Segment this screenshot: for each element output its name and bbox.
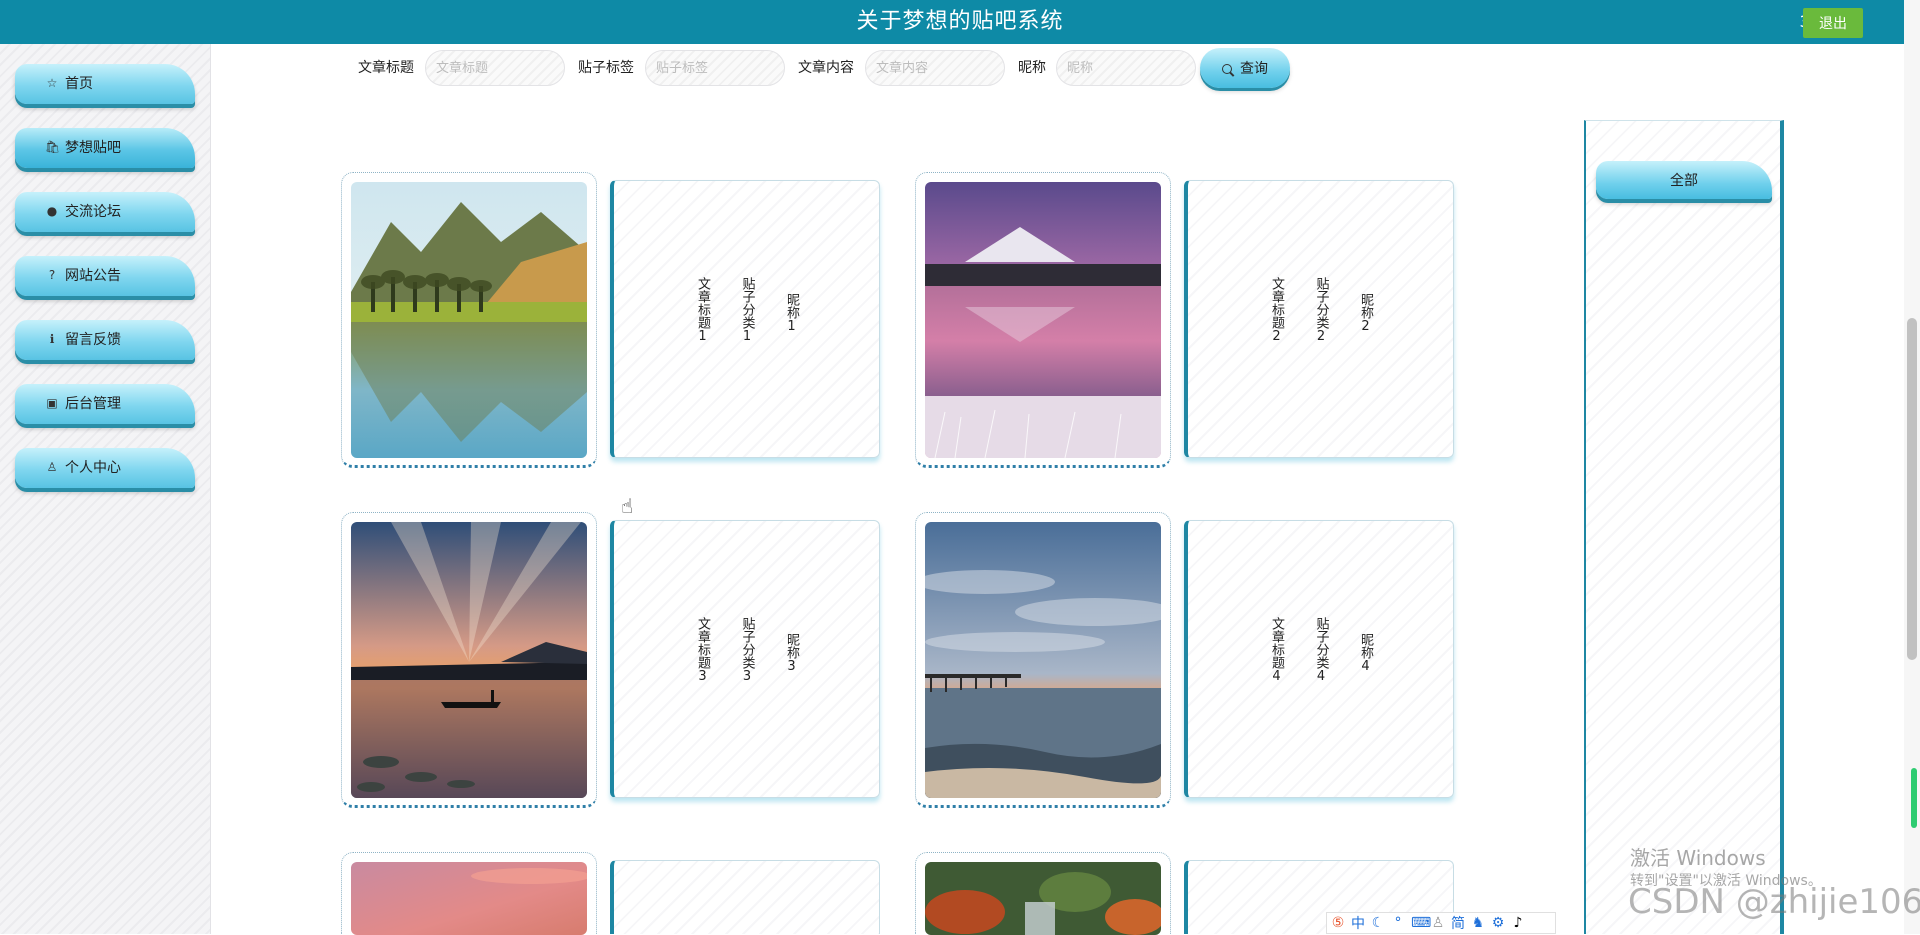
page-title: 关于梦想的贴吧系统 [856, 9, 1064, 34]
sidebar-item-label: 首页 [65, 76, 93, 92]
info-circle-icon: ℹ [49, 332, 55, 346]
post-nickname: 昵称3 [783, 633, 799, 674]
post-photo-pink-sky [351, 862, 587, 935]
post-photo-sunset-boat [351, 522, 587, 798]
sidebar: ☆ 首页 🛍 梦想贴吧 ● 交流论坛 ? 网站公告 ℹ 留言反馈 ▣ 后台管理 … [0, 44, 211, 934]
post-title: 文章标题3 [695, 617, 711, 684]
sidebar-item-label: 后台管理 [65, 396, 121, 412]
post-photo-pier-sunset [925, 522, 1161, 798]
search-nick-label: 昵称 [1018, 60, 1046, 76]
star-icon: ☆ [46, 76, 58, 90]
alert-circle-icon: ● [46, 204, 58, 218]
top-header: 关于梦想的贴吧系统 333 退出 [0, 0, 1920, 44]
post-info-card[interactable]: 文章标题1 贴子分类1 昵称1 [610, 180, 880, 458]
post-image-card[interactable] [915, 172, 1171, 468]
post-category: 贴子分类3 [739, 617, 755, 684]
post-info-card[interactable] [610, 860, 880, 934]
category-all-button[interactable]: 全部 [1596, 161, 1772, 199]
search-tag-input[interactable] [645, 50, 785, 86]
moon-icon[interactable]: ☾ [1371, 915, 1385, 931]
post-info-card[interactable]: 文章标题3 贴子分类3 昵称3 [610, 520, 880, 798]
post-nickname: 昵称4 [1357, 633, 1373, 674]
sidebar-item-admin[interactable]: ▣ 后台管理 [15, 384, 195, 424]
sidebar-item-discussion[interactable]: ● 交流论坛 [15, 192, 195, 232]
post-category: 贴子分类4 [1313, 617, 1329, 684]
user-icon: ♙ [46, 460, 58, 474]
sidebar-item-dream-forum[interactable]: 🛍 梦想贴吧 [15, 128, 195, 168]
search-tag-label: 贴子标签 [578, 60, 634, 76]
post-nickname: 昵称2 [1357, 293, 1373, 334]
post-title: 文章标题1 [695, 277, 711, 344]
post-image-card[interactable] [915, 852, 1171, 935]
search-content-input[interactable] [865, 50, 1005, 86]
post-photo-snow-mountain [925, 182, 1161, 458]
post-nickname: 昵称1 [783, 293, 799, 334]
post-image-card[interactable] [341, 172, 597, 468]
search-button[interactable]: 查询 [1200, 48, 1290, 88]
sidebar-item-home[interactable]: ☆ 首页 [15, 64, 195, 104]
csdn-watermark: CSDN @zhijie106 [1628, 882, 1920, 922]
question-circle-icon: ? [48, 268, 56, 282]
category-panel: 全部 [1584, 120, 1784, 934]
ime-simplified-label[interactable]: 简 [1451, 913, 1465, 933]
sidebar-item-label: 交流论坛 [65, 204, 121, 220]
sidebar-item-profile[interactable]: ♙ 个人中心 [15, 448, 195, 488]
post-image-card[interactable] [915, 512, 1171, 808]
hand-cursor-icon: ☝ [621, 494, 634, 518]
bag-icon: 🛍 [45, 140, 61, 154]
sidebar-item-label: 个人中心 [65, 460, 121, 476]
user-icon[interactable]: ♙ [1431, 915, 1445, 931]
windows-activation-title: 激活 Windows [1630, 846, 1766, 870]
post-title: 文章标题4 [1269, 617, 1285, 684]
sidebar-item-label: 网站公告 [65, 268, 121, 284]
search-button-label: 查询 [1240, 61, 1268, 77]
scroll-indicator [1911, 768, 1917, 828]
post-category: 贴子分类1 [739, 277, 755, 344]
sidebar-item-label: 留言反馈 [65, 332, 121, 348]
post-info-card[interactable]: 文章标题4 贴子分类4 昵称4 [1184, 520, 1454, 798]
ime-logo-icon[interactable]: ⑤ [1331, 915, 1345, 931]
briefcase-icon: ▣ [46, 396, 58, 410]
skin-icon[interactable]: ♞ [1471, 915, 1485, 931]
sidebar-item-feedback[interactable]: ℹ 留言反馈 [15, 320, 195, 360]
post-image-card[interactable] [341, 512, 597, 808]
punctuation-icon[interactable]: ° [1391, 915, 1405, 931]
gear-icon[interactable]: ⚙ [1491, 915, 1505, 931]
logout-button[interactable]: 退出 [1803, 8, 1863, 38]
search-icon [1222, 64, 1232, 74]
search-content-label: 文章内容 [798, 60, 854, 76]
sidebar-item-announcements[interactable]: ? 网站公告 [15, 256, 195, 296]
keyboard-icon[interactable]: ⌨ [1411, 915, 1431, 931]
search-nick-input[interactable] [1056, 50, 1196, 86]
sidebar-item-label: 梦想贴吧 [65, 140, 121, 156]
post-photo-lake-mountain [351, 182, 587, 458]
post-title: 文章标题2 [1269, 277, 1285, 344]
post-category: 贴子分类2 [1313, 277, 1329, 344]
post-info-card[interactable]: 文章标题2 贴子分类2 昵称2 [1184, 180, 1454, 458]
scrollbar-thumb[interactable] [1907, 318, 1917, 660]
search-title-input[interactable] [425, 50, 565, 86]
ime-mode-label[interactable]: 中 [1351, 913, 1365, 933]
search-title-label: 文章标题 [358, 60, 414, 76]
ime-toolbar[interactable]: ⑤ 中 ☾ ° ⌨ ♙ 简 ♞ ⚙ ♪ [1326, 912, 1556, 934]
post-image-card[interactable] [341, 852, 597, 935]
post-photo-autumn-forest [925, 862, 1161, 935]
tiktok-icon[interactable]: ♪ [1511, 915, 1525, 931]
